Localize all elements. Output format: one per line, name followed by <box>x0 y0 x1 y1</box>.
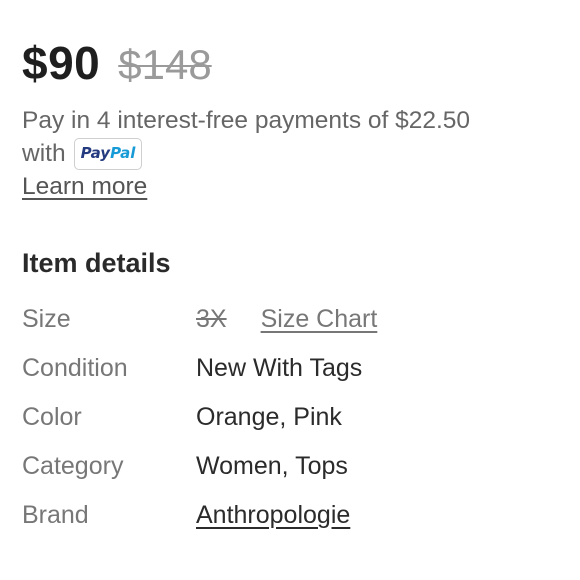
size-chart-link[interactable]: Size Chart <box>261 305 378 334</box>
installment-info: Pay in 4 interest-free payments of $22.5… <box>22 104 562 170</box>
paypal-logo-pay: Pay <box>80 144 111 162</box>
paypal-logo-pal: Pal <box>110 144 136 162</box>
item-details-list: Size 3X Size Chart Condition New With Ta… <box>22 295 562 540</box>
condition-label: Condition <box>22 354 128 382</box>
installment-with-row: with Pay Pal <box>22 137 562 170</box>
brand-value-wrap: Anthropologie <box>196 501 350 530</box>
item-details-heading: Item details <box>22 248 171 278</box>
color-label: Color <box>22 403 82 431</box>
detail-row-size: Size 3X Size Chart <box>22 295 562 344</box>
installment-text: Pay in 4 interest-free payments of $22.5… <box>22 107 471 134</box>
detail-row-brand: Brand Anthropologie <box>22 491 562 540</box>
category-label: Category <box>22 452 124 480</box>
size-label: Size <box>22 305 71 333</box>
price-row: $90 $148 <box>22 36 562 104</box>
learn-more-link[interactable]: Learn more <box>22 170 147 203</box>
brand-link[interactable]: Anthropologie <box>196 501 350 530</box>
detail-row-condition: Condition New With Tags <box>22 344 562 393</box>
current-price: $90 <box>22 37 101 89</box>
category-value: Women, Tops <box>196 452 348 480</box>
detail-row-category: Category Women, Tops <box>22 442 562 491</box>
color-value: Orange, Pink <box>196 403 342 431</box>
condition-value: New With Tags <box>196 354 363 382</box>
original-price: $148 <box>118 41 212 88</box>
size-value: 3X <box>196 305 227 333</box>
detail-row-color: Color Orange, Pink <box>22 393 562 442</box>
installment-with-label: with <box>22 140 66 167</box>
brand-label: Brand <box>22 501 89 529</box>
listing-price-panel: $90 $148 Pay in 4 interest-free payments… <box>22 36 562 540</box>
paypal-logo-icon: Pay Pal <box>73 137 143 170</box>
size-value-wrap: 3X Size Chart <box>196 305 377 334</box>
